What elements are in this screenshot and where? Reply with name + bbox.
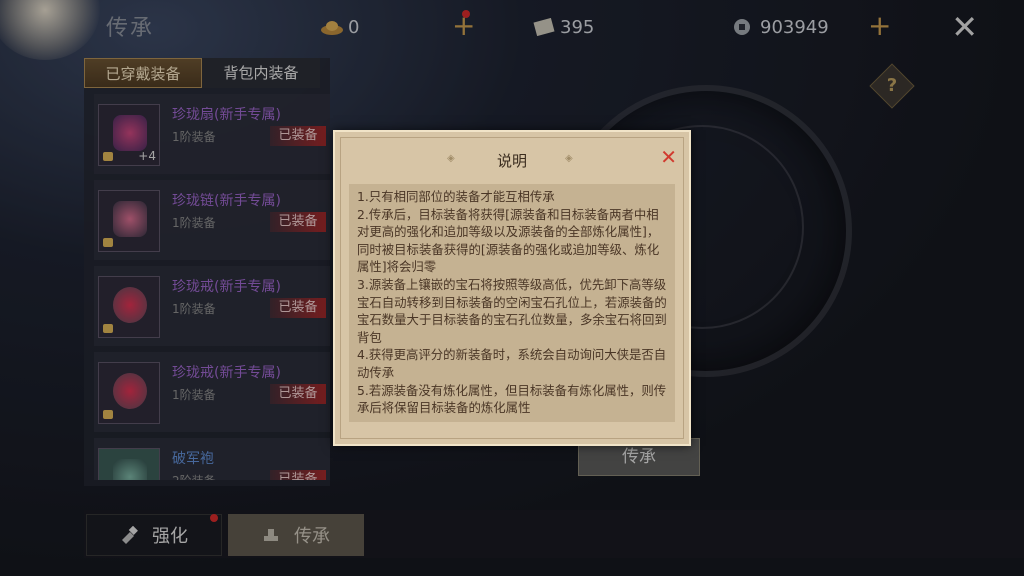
explanation-dialog: ◈ 说明 ◈ ✕ 1.只有相同部位的装备才能互相传承 2.传承后，目标装备将获得… [333, 130, 691, 446]
rule-text: 3.源装备上镶嵌的宝石将按照等级高低，优先卸下高等级宝石自动转移到目标装备的空闲… [357, 276, 667, 345]
title-ornament-right: ◈ [565, 153, 573, 164]
rule-text: 5.若源装备没有炼化属性，但目标装备有炼化属性，则传承后将保留目标装备的炼化属性 [357, 382, 667, 416]
close-icon[interactable]: ✕ [660, 147, 677, 167]
rule-text: 2.传承后，目标装备将获得[源装备和目标装备两者中相对更高的强化和追加等级以及源… [357, 206, 660, 275]
dialog-title: 说明 [496, 152, 527, 170]
dialog-body: 1.只有相同部位的装备才能互相传承 2.传承后，目标装备将获得[源装备和目标装备… [349, 184, 675, 422]
rule-text: 1.只有相同部位的装备才能互相传承 [357, 189, 555, 204]
rule-text: 4.获得更高评分的新装备时，系统会自动询问大侠是否自动传承 [357, 347, 667, 380]
